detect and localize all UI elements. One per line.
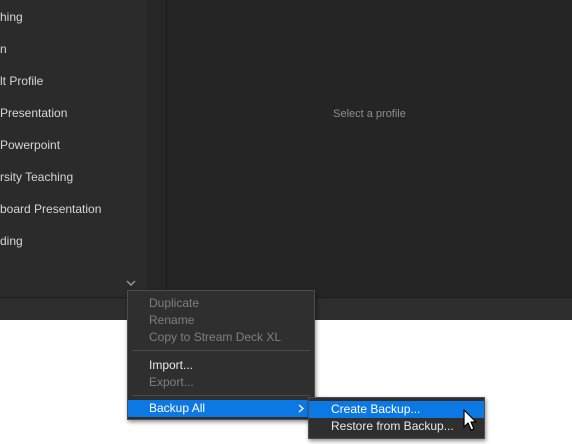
menu-item-label: Create Backup...: [331, 402, 421, 416]
profile-item[interactable]: hing: [0, 1, 23, 33]
menu-item-backup-all[interactable]: Backup All: [128, 400, 314, 417]
chevron-right-icon: [298, 404, 304, 413]
menu-separator: [132, 395, 310, 396]
sidebar-divider: [146, 0, 167, 297]
screen: hing n lt Profile Presentation Powerpoin…: [0, 0, 572, 444]
menu-item-restore-from-backup[interactable]: Restore from Backup...: [309, 418, 484, 435]
profile-item[interactable]: rsity Teaching: [0, 161, 73, 193]
menu-item-label: Copy to Stream Deck XL: [149, 330, 282, 344]
menu-item-label: Rename: [149, 313, 195, 327]
menu-item-label: Import...: [149, 358, 194, 372]
menu-item-duplicate[interactable]: Duplicate: [128, 295, 314, 312]
menu-item-rename[interactable]: Rename: [128, 312, 314, 329]
profile-item[interactable]: Powerpoint: [0, 129, 60, 161]
profile-list[interactable]: hing n lt Profile Presentation Powerpoin…: [0, 0, 148, 270]
profile-context-menu: Duplicate Rename Copy to Stream Deck XL …: [127, 290, 315, 420]
menu-separator: [132, 350, 310, 351]
chevron-down-icon[interactable]: [124, 276, 138, 290]
profile-sidebar: hing n lt Profile Presentation Powerpoin…: [0, 0, 149, 297]
menu-item-label: Restore from Backup...: [331, 419, 454, 433]
profile-item[interactable]: lt Profile: [0, 65, 43, 97]
profile-item[interactable]: Presentation: [0, 97, 67, 129]
arrow-pointer-icon: [463, 409, 477, 431]
profile-detail-panel: Select a profile: [167, 0, 572, 297]
backup-submenu: Create Backup... Restore from Backup...: [308, 397, 485, 439]
menu-item-import[interactable]: Import...: [128, 357, 314, 374]
profile-item[interactable]: board Presentation: [0, 193, 101, 225]
menu-item-copy-to-stream-deck-xl[interactable]: Copy to Stream Deck XL: [128, 329, 314, 346]
menu-item-label: Export...: [149, 375, 194, 389]
select-profile-hint: Select a profile: [333, 108, 406, 120]
menu-item-label: Duplicate: [149, 296, 200, 310]
menu-item-export[interactable]: Export...: [128, 374, 314, 391]
profile-item[interactable]: ding: [0, 225, 23, 257]
profile-item[interactable]: n: [0, 33, 7, 65]
menu-item-label: Backup All: [149, 401, 206, 415]
menu-item-create-backup[interactable]: Create Backup...: [309, 401, 484, 418]
app-window: hing n lt Profile Presentation Powerpoin…: [0, 0, 572, 320]
